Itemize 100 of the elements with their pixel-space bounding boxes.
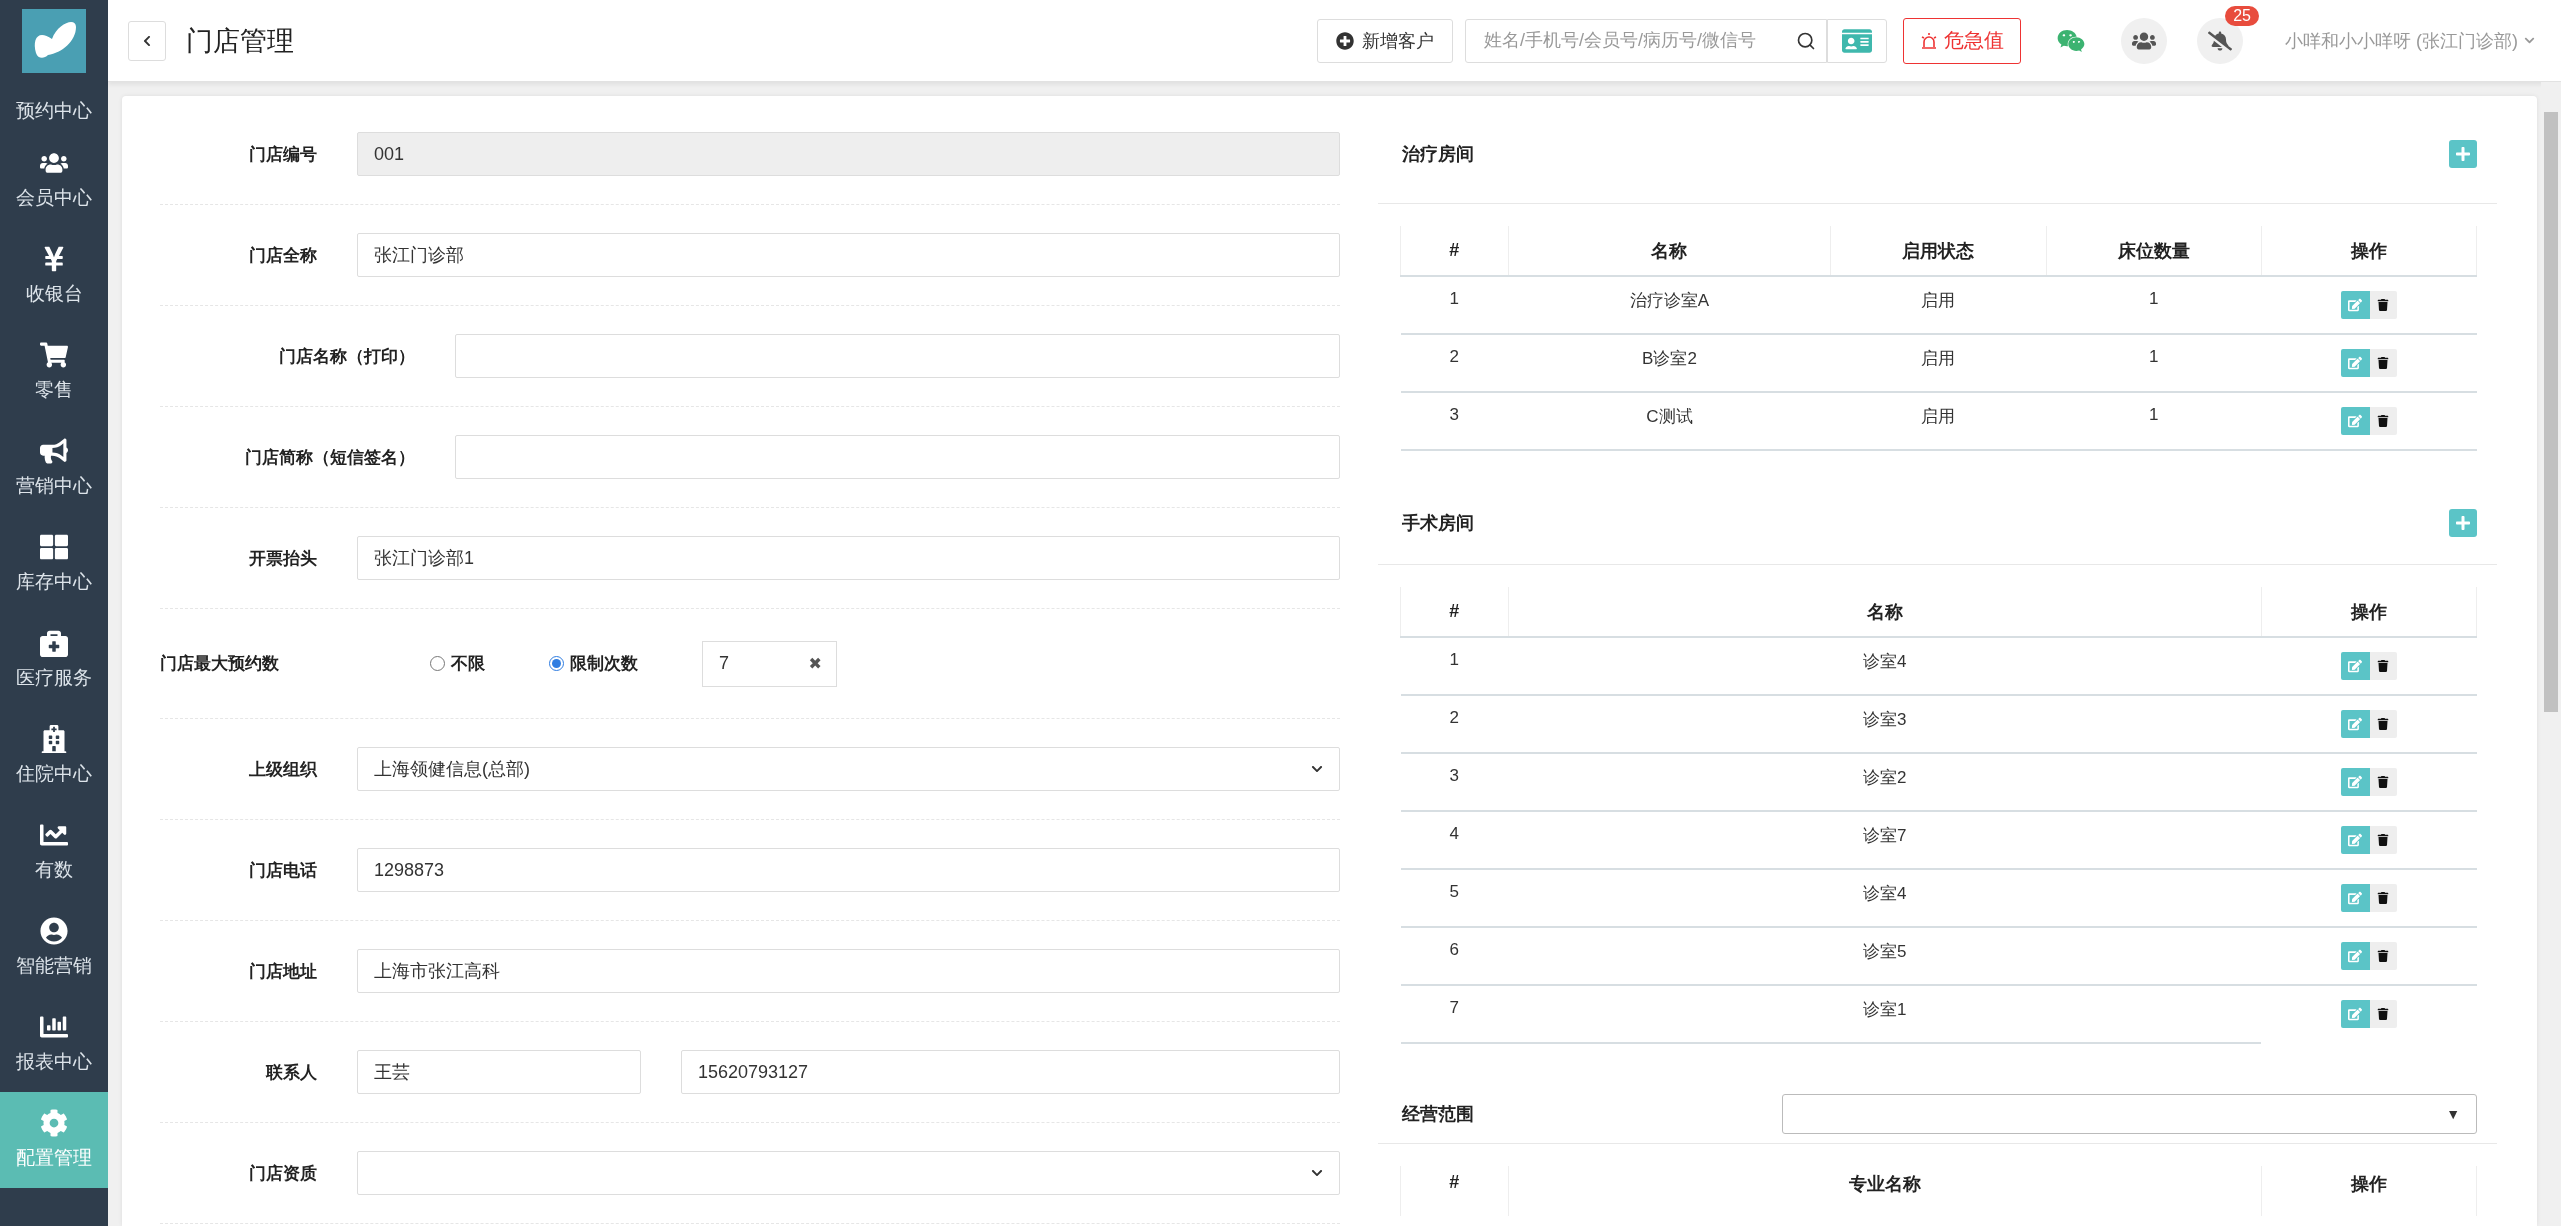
table-cell: 诊室7 xyxy=(1508,811,2262,869)
column-header: # xyxy=(1400,1166,1509,1216)
table-cell: 诊室4 xyxy=(1508,869,2262,927)
column-header: # xyxy=(1400,226,1509,276)
table-cell: 1 xyxy=(2046,276,2262,334)
sidebar-item[interactable]: 报表中心 xyxy=(0,996,108,1092)
column-header: 操作 xyxy=(2261,1166,2477,1216)
section-title: 经营范围 xyxy=(1402,1102,1474,1126)
field-label: 门店最大预约数 xyxy=(160,654,279,673)
column-header: 床位数量 xyxy=(2046,226,2262,276)
input-field[interactable]: 王芸 xyxy=(357,1050,641,1094)
input-field[interactable]: 15620793127 xyxy=(681,1050,1340,1094)
table-cell: 6 xyxy=(1400,927,1509,985)
scrollbar-thumb[interactable] xyxy=(2544,112,2558,712)
table-cell: 启用 xyxy=(1830,276,2047,334)
table-cell: 2 xyxy=(1400,695,1509,753)
edit-icon xyxy=(2348,949,2363,963)
column-header: 名称 xyxy=(1508,587,2262,637)
field-label: 上级组织 xyxy=(249,759,317,779)
table-cell: 1 xyxy=(1400,637,1509,695)
notification-badge: 25 xyxy=(2225,5,2259,26)
sidebar-item[interactable]: 收银台 xyxy=(0,228,108,324)
input-field[interactable]: 张江门诊部1 xyxy=(357,536,1340,580)
field-label: 门店简称（短信签名） xyxy=(245,447,415,467)
column-header: 名称 xyxy=(1508,226,1831,276)
edit-icon xyxy=(2348,659,2363,673)
delete-button[interactable] xyxy=(2369,291,2397,319)
trash-icon xyxy=(2377,950,2390,962)
table-cell: 1 xyxy=(2046,392,2262,450)
input-field[interactable]: 1298873 xyxy=(357,848,1340,892)
sidebar-item[interactable]: 库存中心 xyxy=(0,516,108,612)
edit-icon xyxy=(2348,891,2363,905)
medical-kit-icon xyxy=(40,629,68,657)
input-field[interactable] xyxy=(455,435,1340,479)
radio-option[interactable]: 限制次数 xyxy=(549,652,638,675)
megaphone-icon xyxy=(40,437,68,465)
field-label: 门店全称 xyxy=(249,245,317,265)
settings-icon xyxy=(40,1109,68,1137)
sidebar-item[interactable]: 零售 xyxy=(0,324,108,420)
add-button[interactable] xyxy=(2449,139,2477,168)
page-title: 门店管理 xyxy=(186,25,294,56)
field-label: 门店地址 xyxy=(249,961,317,981)
table-cell: 诊室1 xyxy=(1508,985,2262,1043)
input-field[interactable] xyxy=(455,334,1340,378)
edit-icon xyxy=(2348,298,2363,312)
back-button[interactable] xyxy=(128,20,166,61)
team-button[interactable] xyxy=(2121,17,2167,64)
table-cell: 2 xyxy=(1400,334,1509,392)
field-label: 门店资质 xyxy=(249,1163,317,1183)
trash-icon xyxy=(2377,834,2390,846)
table-cell: 1 xyxy=(2046,334,2262,392)
sidebar-item[interactable]: 医疗服务 xyxy=(0,612,108,708)
delete-button[interactable] xyxy=(2369,349,2397,377)
delete-button[interactable] xyxy=(2369,652,2397,680)
table-cell: B诊室2 xyxy=(1508,334,1831,392)
trash-icon xyxy=(2377,892,2390,904)
id-card-button[interactable] xyxy=(1827,18,1887,63)
add-button[interactable] xyxy=(2449,508,2477,537)
sidebar-item[interactable]: 住院中心 xyxy=(0,708,108,804)
input-field[interactable]: 7 ✖ xyxy=(702,640,837,687)
alert-button[interactable]: 危急值 xyxy=(1903,17,2021,64)
sidebar-item[interactable]: 会员中心 xyxy=(0,132,108,228)
column-header: 启用状态 xyxy=(1830,226,2047,276)
delete-button[interactable] xyxy=(2369,942,2397,970)
table-cell: 4 xyxy=(1400,811,1509,869)
delete-button[interactable] xyxy=(2369,884,2397,912)
field-label: 门店电话 xyxy=(249,860,317,880)
column-header: 操作 xyxy=(2261,226,2477,276)
chevron-down-icon xyxy=(1311,1167,1323,1179)
new-customer-button[interactable]: 新增客户 xyxy=(1317,18,1453,63)
sidebar-item[interactable]: 有数 xyxy=(0,804,108,900)
search-field[interactable]: 姓名/手机号/会员号/病历号/微信号 xyxy=(1465,18,1827,63)
input-field[interactable]: 张江门诊部 xyxy=(357,233,1340,277)
select-field[interactable]: ▼ xyxy=(1782,1093,2477,1134)
edit-icon xyxy=(2348,1007,2363,1021)
field-label: 开票抬头 xyxy=(249,548,317,568)
delete-button[interactable] xyxy=(2369,407,2397,435)
edit-icon xyxy=(2348,717,2363,731)
select-field[interactable]: 上海领健信息(总部) xyxy=(357,747,1340,791)
input-field[interactable]: 上海市张江高科 xyxy=(357,949,1340,993)
delete-button[interactable] xyxy=(2369,1000,2397,1028)
delete-button[interactable] xyxy=(2369,826,2397,854)
table-cell: 3 xyxy=(1400,753,1509,811)
table-cell: 诊室3 xyxy=(1508,695,2262,753)
radio-option[interactable]: 不限 xyxy=(430,652,485,675)
select-field[interactable] xyxy=(357,1151,1340,1195)
edit-icon xyxy=(2348,775,2363,789)
search-icon xyxy=(1796,30,1816,51)
clear-button[interactable]: ✖ xyxy=(808,654,822,673)
sidebar-item[interactable]: 预约中心 xyxy=(0,82,108,132)
trash-icon xyxy=(2377,718,2390,730)
delete-button[interactable] xyxy=(2369,768,2397,796)
table-cell: 诊室4 xyxy=(1508,637,2262,695)
table-cell: 启用 xyxy=(1830,334,2047,392)
sidebar-item[interactable]: 营销中心 xyxy=(0,420,108,516)
input-field[interactable]: 001 xyxy=(357,132,1340,176)
table-cell: 启用 xyxy=(1830,392,2047,450)
trash-icon xyxy=(2377,415,2390,427)
sidebar-item[interactable]: 智能营销 xyxy=(0,900,108,996)
delete-button[interactable] xyxy=(2369,710,2397,738)
